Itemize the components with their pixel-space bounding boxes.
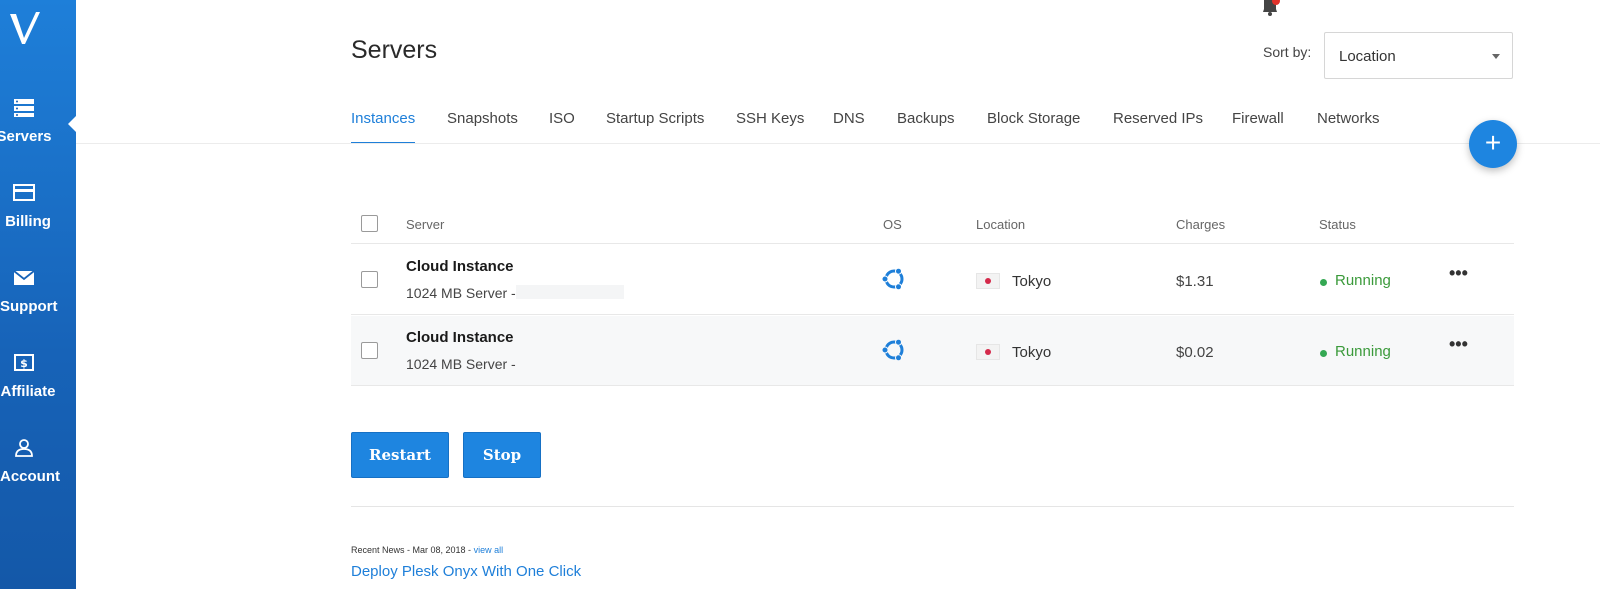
section-divider (351, 506, 1514, 507)
table-row[interactable]: Cloud Instance 1024 MB Server - Tokyo $1… (351, 245, 1514, 315)
server-location: Tokyo (1012, 273, 1052, 290)
tab-snapshots[interactable]: Snapshots (447, 110, 518, 144)
status-badge: Running (1335, 272, 1391, 289)
column-header-server: Server (406, 217, 445, 232)
select-all-checkbox[interactable] (361, 215, 378, 232)
sort-value: Location (1339, 48, 1396, 65)
restart-button[interactable]: Restart (351, 432, 449, 478)
user-icon (15, 439, 33, 457)
tabs-divider (76, 143, 1600, 144)
bell-icon[interactable] (1260, 0, 1280, 16)
more-options-icon[interactable]: ••• (1449, 334, 1468, 355)
sort-label: Sort by: (1263, 44, 1312, 60)
status-dot-icon (1320, 279, 1327, 286)
ubuntu-icon (881, 267, 904, 291)
row-checkbox[interactable] (361, 271, 378, 288)
column-header-location: Location (976, 217, 1026, 232)
server-plan: 1024 MB Server - (406, 356, 516, 372)
sidebar: Servers Billing Support $ Affiliate Acco… (0, 0, 77, 589)
tab-dns[interactable]: DNS (833, 110, 865, 144)
table-header: Server OS Location Charges Status (351, 206, 1514, 244)
sidebar-item-label: Billing (5, 213, 51, 230)
stop-button[interactable]: Stop (463, 432, 541, 478)
sidebar-item-label: Account (0, 468, 60, 485)
sidebar-item-servers[interactable]: Servers (0, 98, 76, 168)
table-row[interactable]: Cloud Instance 1024 MB Server - Tokyo $0… (351, 316, 1514, 386)
envelope-icon (13, 270, 35, 285)
dollar-icon: $ (14, 354, 34, 371)
caret-down-icon (1492, 54, 1500, 59)
status-badge: Running (1335, 343, 1391, 360)
vultr-logo[interactable] (6, 8, 46, 48)
sidebar-item-affiliate[interactable]: $ Affiliate (0, 353, 76, 423)
server-plan: 1024 MB Server - (406, 285, 516, 301)
server-charges: $0.02 (1176, 344, 1214, 361)
tab-ssh-keys[interactable]: SSH Keys (736, 110, 804, 144)
server-icon (14, 99, 34, 117)
sidebar-item-billing[interactable]: Billing (0, 183, 76, 253)
sidebar-item-label: Support (0, 298, 58, 315)
news-meta: Recent News - Mar 08, 2018 - view all (351, 545, 503, 555)
news-headline-link[interactable]: Deploy Plesk Onyx With One Click (351, 563, 581, 580)
tab-reserved-ips[interactable]: Reserved IPs (1113, 110, 1203, 144)
server-location: Tokyo (1012, 344, 1052, 361)
server-name[interactable]: Cloud Instance (406, 329, 514, 346)
tab-networks[interactable]: Networks (1317, 110, 1380, 144)
column-header-charges: Charges (1176, 217, 1226, 232)
svg-text:$: $ (20, 357, 28, 370)
server-name[interactable]: Cloud Instance (406, 258, 514, 275)
tab-firewall[interactable]: Firewall (1232, 110, 1284, 144)
tab-startup-scripts[interactable]: Startup Scripts (606, 110, 704, 144)
sidebar-item-label: Affiliate (0, 383, 56, 400)
japan-flag-icon (976, 273, 1000, 289)
tab-iso[interactable]: ISO (549, 110, 575, 144)
page-title: Servers (351, 36, 438, 64)
japan-flag-icon (976, 344, 1000, 360)
sort-select[interactable]: Location (1324, 32, 1513, 79)
tab-block-storage[interactable]: Block Storage (987, 110, 1080, 144)
row-checkbox[interactable] (361, 342, 378, 359)
view-all-link[interactable]: view all (474, 545, 504, 555)
column-header-status: Status (1319, 217, 1356, 232)
sidebar-item-account[interactable]: Account (0, 438, 76, 508)
status-dot-icon (1320, 350, 1327, 357)
sidebar-item-support[interactable]: Support (0, 268, 76, 338)
plus-icon: + (1484, 127, 1502, 158)
ubuntu-icon (881, 338, 904, 362)
more-options-icon[interactable]: ••• (1449, 263, 1468, 284)
news-date: Recent News - Mar 08, 2018 - (351, 545, 472, 555)
add-server-button[interactable]: + (1469, 120, 1517, 168)
redacted-ip (516, 285, 624, 299)
tab-backups[interactable]: Backups (897, 110, 955, 144)
credit-card-icon (13, 184, 35, 201)
active-indicator (68, 115, 77, 133)
tab-instances[interactable]: Instances (351, 110, 416, 144)
server-charges: $1.31 (1176, 273, 1214, 290)
sidebar-item-label: Servers (0, 128, 52, 145)
column-header-os: OS (883, 217, 902, 232)
